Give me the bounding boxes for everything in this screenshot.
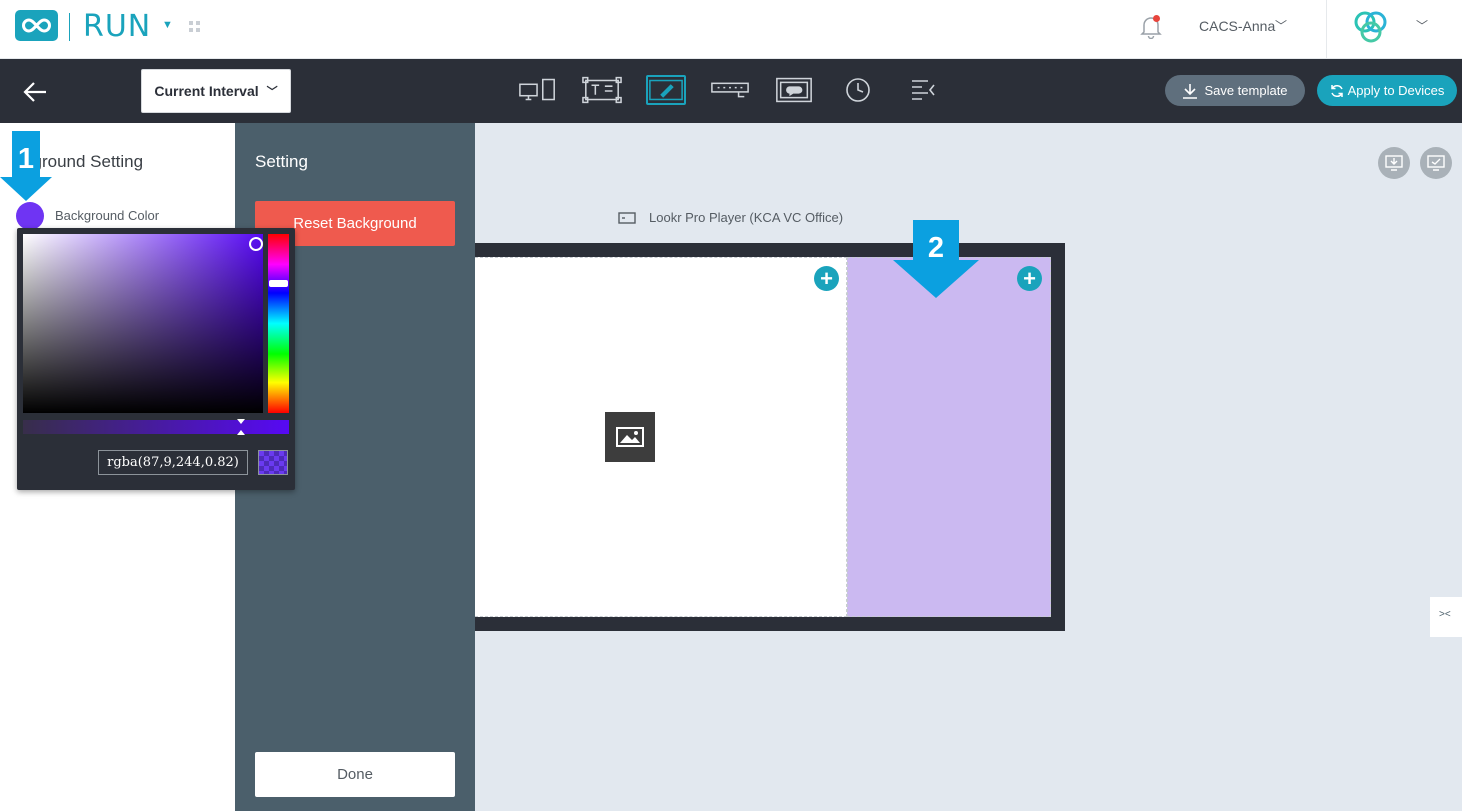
alpha-handle-bottom-icon[interactable] [237,430,245,435]
apps-grid-icon[interactable] [189,21,201,33]
color-value-input[interactable] [98,450,248,475]
screen-preview-icon [1427,155,1445,171]
app-logo-icon[interactable] [15,10,58,41]
interval-dropdown[interactable]: Current Interval ﹀ [141,69,291,113]
add-content-left-button[interactable]: + [814,266,839,291]
user-menu-name[interactable]: CACS-Anna [1199,18,1275,34]
background-color-swatch[interactable] [16,202,44,230]
content-zone-right[interactable] [847,257,1051,617]
org-menu-chevron-down-icon[interactable]: ﹀ [1416,17,1428,34]
saturation-value-area[interactable] [23,234,263,413]
background-tool[interactable] [646,75,686,105]
apply-to-devices-button[interactable]: Apply to Devices [1317,75,1457,106]
save-template-label: Save template [1204,83,1288,98]
step-marker-1: 1 [0,131,52,201]
download-icon [1183,83,1198,99]
interval-dropdown-label: Current Interval [154,83,259,99]
done-button[interactable]: Done [255,752,455,797]
chevron-down-icon: ﹀ [266,86,278,98]
color-picker-popover [17,228,295,490]
alpha-handle-top-icon[interactable] [237,419,245,424]
import-template-button[interactable] [1378,147,1410,179]
screen-orientation-tool[interactable] [518,75,558,105]
organization-logo-icon[interactable] [1351,9,1391,45]
side-panel-toggle[interactable]: >< [1430,597,1462,637]
header-divider [1326,0,1327,59]
text-widget-tool[interactable] [582,75,622,105]
saturation-handle[interactable] [249,237,263,251]
device-label: Lookr Pro Player (KCA VC Office) [618,210,843,225]
align-layers-icon [912,80,935,100]
color-preview-chip [258,450,288,475]
screen-download-icon [1385,155,1403,171]
top-header: RUN ▼ CACS-Anna ﹀ ﹀ [0,0,1462,59]
message-bubble-icon [776,77,812,103]
add-content-right-button[interactable]: + [1017,266,1042,291]
ticker-tool[interactable] [710,75,750,105]
apply-to-devices-label: Apply to Devices [1347,83,1445,98]
editor-toolbar: Current Interval ﹀ Save template Apply t… [0,59,1462,123]
text-frame-icon [582,76,622,104]
player-device-icon [618,211,636,224]
preview-screen-button[interactable] [1420,147,1452,179]
notification-badge [1153,15,1160,22]
step-number-2: 2 [927,232,945,264]
back-arrow-icon[interactable] [22,79,48,105]
step-number-1: 1 [17,143,35,175]
hue-slider[interactable] [268,234,289,413]
alpha-slider[interactable] [23,420,289,434]
message-tool[interactable] [774,75,814,105]
schedule-tool[interactable] [838,75,878,105]
devices-icon [519,78,555,101]
layers-tool[interactable] [902,75,942,105]
brand-divider [69,13,70,41]
device-name: Lookr Pro Player (KCA VC Office) [649,210,844,225]
app-switch-caret-icon[interactable]: ▼ [162,19,173,31]
save-template-button[interactable]: Save template [1165,75,1305,106]
content-zone-left[interactable] [475,257,847,617]
background-color-label: Background Color [55,208,160,223]
ticker-icon [711,82,749,98]
pencil-edit-icon [649,79,683,101]
hue-slider-handle[interactable] [269,280,288,287]
step-marker-2: 2 [893,220,979,300]
expand-chevrons-icon: >< [1439,609,1451,620]
app-name[interactable]: RUN [83,9,151,44]
sync-icon [1330,84,1343,97]
setting-title: Setting [255,152,308,171]
image-placeholder-icon [605,412,655,462]
user-menu-chevron-down-icon[interactable]: ﹀ [1275,17,1287,34]
clock-icon [846,78,870,102]
